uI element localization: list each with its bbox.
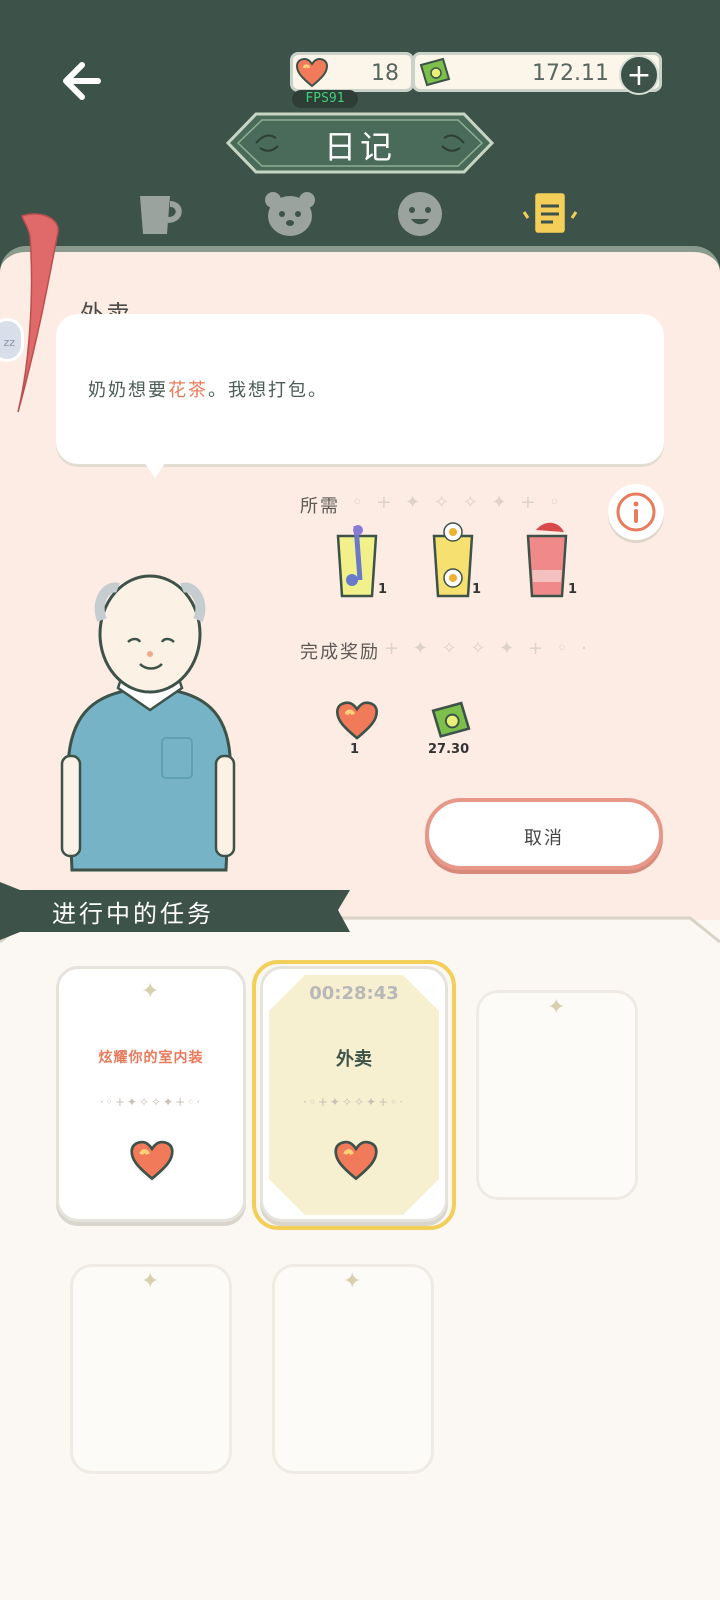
category-tabs — [100, 186, 620, 246]
empty-task-slot[interactable]: ✦ — [70, 1264, 232, 1474]
sparkle-icon: ✦ — [141, 1269, 160, 1294]
add-money-button[interactable]: + — [619, 55, 659, 95]
notepad-icon — [522, 190, 578, 236]
heart-icon — [334, 1140, 378, 1181]
tab-diary[interactable] — [520, 186, 580, 244]
berry-tea-icon — [526, 522, 568, 598]
title-plaque: 日记 — [225, 110, 495, 176]
task-timer: 00:28:43 — [309, 983, 399, 1004]
cash-icon — [431, 701, 471, 738]
chamomile-tea-item[interactable]: 1 — [428, 520, 488, 600]
heart-reward: 1 — [334, 700, 394, 780]
in-progress-banner: 进行中的任务 — [0, 882, 358, 940]
divider-decoration: ·◦+✦✧✧✦+◦· — [302, 1095, 406, 1109]
resource-bar: 18 172.11 + — [290, 52, 670, 95]
lavender-tea-item[interactable]: 1 — [332, 520, 392, 600]
cash-reward: 27.30 — [428, 700, 488, 780]
sparkle-icon: ✦ — [547, 995, 566, 1020]
task-title: 外卖 — [336, 1049, 372, 1070]
money-counter: 172.11 + — [412, 52, 662, 95]
chamomile-tea-icon — [432, 522, 474, 598]
hearts-counter: 18 — [290, 52, 414, 92]
task-title: 炫耀你的室内装 — [98, 1050, 204, 1066]
empty-task-slot[interactable]: ✦ — [272, 1264, 434, 1474]
cancel-button[interactable]: 取消 — [425, 798, 663, 870]
cancel-label: 取消 — [524, 828, 564, 849]
info-button[interactable] — [608, 484, 664, 540]
page-title: 日记 — [323, 128, 396, 166]
banner-label: 进行中的任务 — [52, 900, 214, 928]
hearts-value: 18 — [371, 61, 399, 86]
fps-counter: FPS91 — [292, 90, 358, 108]
sleep-badge-icon[interactable]: zz — [0, 318, 24, 362]
back-arrow-icon[interactable] — [58, 56, 108, 106]
reward-label: 完成奖励 — [300, 642, 380, 663]
heart-icon — [335, 701, 379, 740]
divider-decoration: + ✦ ✧ ✧ ✦ + ◦ · — [384, 638, 591, 659]
tab-bear[interactable] — [260, 186, 320, 244]
money-value: 172.11 — [532, 61, 609, 86]
divider-decoration: ◦ + ✦ ✧ ✧ ✦ + ◦ — [352, 492, 564, 513]
heart-icon — [130, 1140, 174, 1181]
cash-icon — [419, 57, 451, 87]
task-card[interactable]: 00:28:43 外卖 ·◦+✦✧✧✦+◦· — [260, 966, 448, 1222]
tab-face[interactable] — [390, 186, 450, 244]
lavender-tea-icon — [336, 525, 378, 598]
sparkle-icon: ✦ — [141, 979, 160, 1004]
smiley-icon — [398, 192, 442, 236]
info-icon — [616, 492, 656, 532]
grandpa-character — [60, 574, 236, 872]
heart-icon — [295, 57, 329, 88]
divider-decoration: ·◦+✦✧✧✦+◦· — [99, 1095, 203, 1109]
berry-tea-item[interactable]: 1 — [522, 520, 582, 600]
tab-cup[interactable] — [130, 186, 190, 244]
sparkle-icon: ✦ — [343, 1269, 362, 1294]
order-message: 奶奶想要花茶。我想打包。 — [88, 380, 328, 401]
speech-bubble: 奶奶想要花茶。我想打包。 — [56, 314, 664, 464]
speech-bubble-tail — [144, 462, 166, 478]
cup-icon — [140, 196, 182, 234]
task-card[interactable]: ✦ 炫耀你的室内装 ·◦+✦✧✧✦+◦· — [56, 966, 246, 1222]
empty-task-slot[interactable]: ✦ — [476, 990, 638, 1200]
highlighted-item: 花茶 — [168, 380, 208, 401]
required-label: 所需 — [300, 496, 340, 517]
bear-icon — [265, 192, 315, 236]
